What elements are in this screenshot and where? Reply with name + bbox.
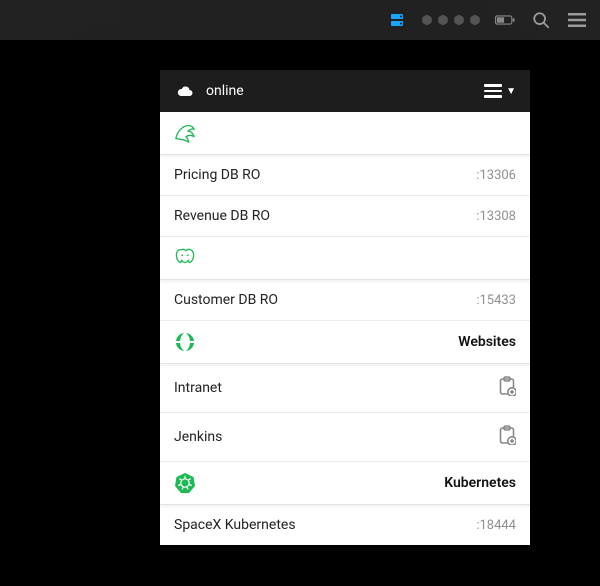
postgres-elephant-icon: [174, 247, 196, 269]
clipboard-add-icon[interactable]: [498, 425, 516, 449]
status-dot: [422, 15, 432, 25]
group-header-kubernetes[interactable]: Kubernetes: [160, 462, 530, 505]
status-dots: [422, 15, 480, 25]
list-item[interactable]: Jenkins: [160, 413, 530, 462]
search-icon[interactable]: [530, 9, 552, 31]
list-item[interactable]: Intranet: [160, 364, 530, 413]
list-item[interactable]: SpaceX Kubernetes :18444: [160, 505, 530, 545]
connections-panel: online ▼ Pricing DB RO :13306 Revenue DB…: [160, 70, 530, 545]
list-menu-icon: [484, 81, 502, 101]
item-port: :13308: [476, 209, 516, 224]
group-label: Websites: [458, 334, 516, 350]
item-name: SpaceX Kubernetes: [174, 517, 296, 533]
list-item[interactable]: Pricing DB RO :13306: [160, 155, 530, 196]
group-header-mysql[interactable]: [160, 112, 530, 155]
item-port: :18444: [476, 518, 516, 533]
cloud-icon: [174, 80, 196, 102]
topbar-status-group: [386, 9, 480, 31]
status-dot: [438, 15, 448, 25]
group-header-postgres[interactable]: [160, 237, 530, 280]
battery-icon: [494, 9, 516, 31]
clipboard-add-icon[interactable]: [498, 376, 516, 400]
group-label: Kubernetes: [444, 475, 516, 491]
status-label: online: [206, 83, 244, 99]
item-port: :13306: [476, 168, 516, 183]
hamburger-icon[interactable]: [566, 9, 588, 31]
globe-icon: [174, 331, 196, 353]
panel-header: online ▼: [160, 70, 530, 112]
item-port: :15433: [476, 293, 516, 308]
list-item[interactable]: Revenue DB RO :13308: [160, 196, 530, 237]
status-dot: [470, 15, 480, 25]
topbar: [0, 0, 600, 40]
item-name: Intranet: [174, 380, 222, 396]
kubernetes-icon: [174, 472, 196, 494]
item-name: Revenue DB RO: [174, 208, 270, 224]
item-name: Customer DB RO: [174, 292, 278, 308]
server-icon: [386, 9, 408, 31]
chevron-down-icon: ▼: [506, 86, 516, 97]
group-header-websites[interactable]: Websites: [160, 321, 530, 364]
status-dot: [454, 15, 464, 25]
item-name: Pricing DB RO: [174, 167, 260, 183]
mysql-dolphin-icon: [174, 122, 196, 144]
list-item[interactable]: Customer DB RO :15433: [160, 280, 530, 321]
panel-menu-button[interactable]: ▼: [484, 81, 516, 101]
item-name: Jenkins: [174, 429, 222, 445]
